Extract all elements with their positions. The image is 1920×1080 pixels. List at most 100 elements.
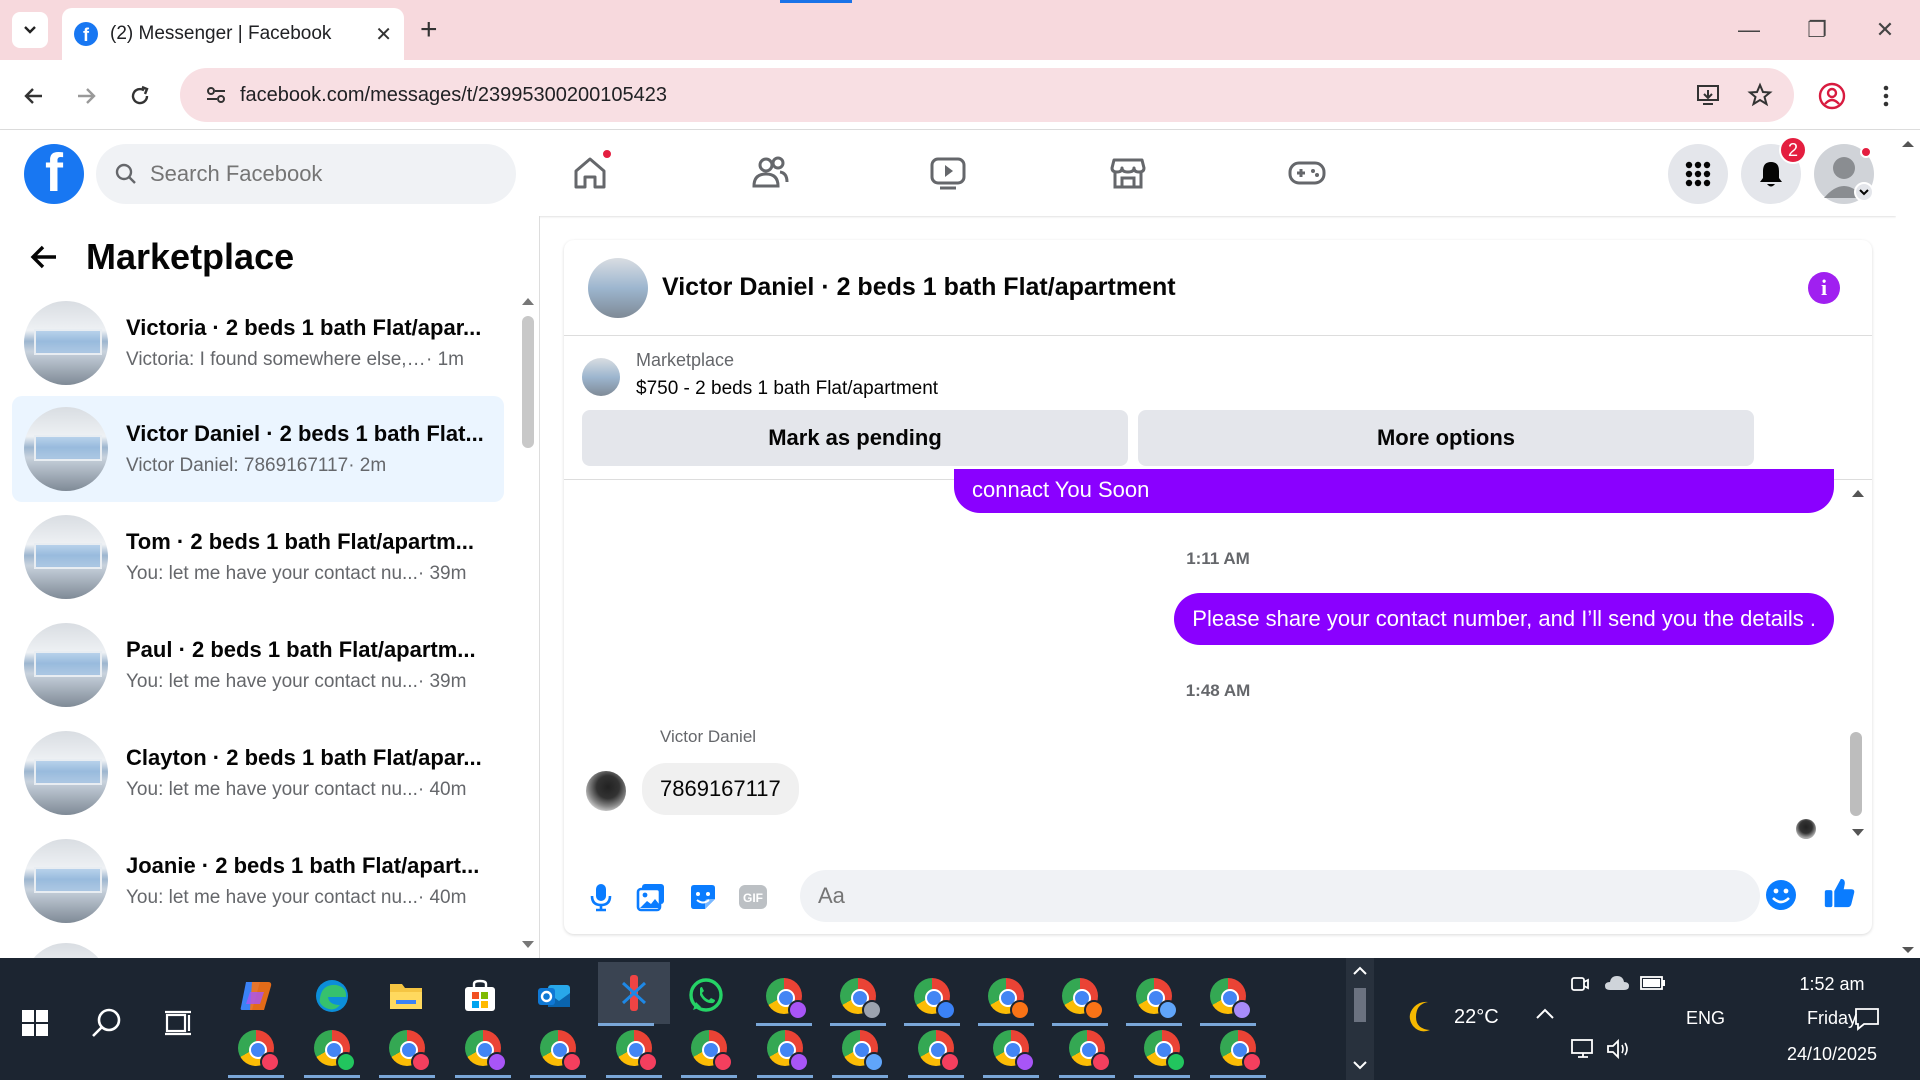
nav-home[interactable] — [555, 148, 625, 198]
sticker-icon[interactable] — [686, 880, 720, 914]
battery-icon[interactable] — [1640, 974, 1666, 997]
outlook-app[interactable] — [526, 968, 582, 1024]
restore-button[interactable]: ❐ — [1782, 0, 1852, 60]
clock-time[interactable]: 1:52 am — [1752, 974, 1912, 995]
chrome-profile-row2-12[interactable] — [1058, 1020, 1115, 1078]
scroll-up-arrow[interactable] — [520, 294, 536, 312]
account-button[interactable] — [1814, 144, 1874, 204]
conversation-item[interactable] — [12, 932, 504, 958]
clock-date[interactable]: 24/10/2025 — [1752, 1044, 1912, 1065]
chrome-profile-3[interactable] — [904, 968, 960, 1026]
chrome-profile-2[interactable] — [830, 968, 886, 1026]
taskbar-overflow-scroller[interactable] — [1346, 958, 1374, 1080]
browser-menu-button[interactable] — [1866, 76, 1906, 116]
chrome-profile-row2-11[interactable] — [983, 1020, 1039, 1078]
nav-friends[interactable] — [735, 148, 805, 198]
chrome-profile-5[interactable] — [1052, 968, 1108, 1026]
listing-price-title[interactable]: $750 - 2 beds 1 bath Flat/apartment — [636, 378, 938, 400]
info-icon[interactable]: i — [1808, 272, 1840, 304]
more-options-button[interactable]: More options — [1138, 410, 1754, 466]
volume-icon[interactable] — [1606, 1038, 1630, 1065]
chrome-profile-6[interactable] — [1126, 968, 1182, 1026]
sender-avatar[interactable] — [586, 771, 626, 811]
photo-icon[interactable] — [634, 880, 668, 914]
chrome-profile-row2-6[interactable] — [605, 1020, 662, 1078]
clock-day[interactable]: Friday — [1752, 1008, 1912, 1029]
notification-center-icon[interactable] — [1854, 1006, 1880, 1037]
forward-button[interactable] — [66, 76, 106, 116]
facebook-search[interactable] — [96, 144, 516, 204]
back-button[interactable] — [14, 76, 54, 116]
menu-button[interactable] — [1668, 144, 1728, 204]
chrome-profile-row2-9[interactable] — [832, 1020, 888, 1078]
active-app[interactable] — [598, 962, 670, 1026]
meet-now-icon[interactable] — [1570, 974, 1590, 999]
conversation-item[interactable]: Victoria · 2 beds 1 bath Flat/apar... Vic… — [12, 290, 504, 396]
edge-app[interactable] — [304, 968, 360, 1024]
mark-as-pending-button[interactable]: Mark as pending — [582, 410, 1128, 466]
facebook-logo[interactable]: f — [24, 144, 84, 204]
incoming-message[interactable]: 7869167117 — [642, 763, 799, 815]
chat-scroll-down-arrow[interactable] — [1850, 826, 1866, 844]
chrome-profile-row2-7[interactable] — [681, 1020, 737, 1078]
listing-avatar[interactable] — [588, 257, 648, 318]
install-app-icon[interactable] — [1688, 75, 1728, 115]
notifications-button[interactable]: 2 — [1741, 136, 1807, 204]
page-scrollbar[interactable] — [1896, 130, 1920, 958]
chrome-profile-row2-3[interactable] — [379, 1020, 435, 1078]
chrome-profile-7[interactable] — [1200, 968, 1256, 1026]
chat-scroll-up-arrow[interactable] — [1850, 486, 1866, 504]
back-arrow-icon[interactable] — [28, 241, 60, 273]
language-indicator[interactable]: ENG — [1686, 1008, 1725, 1029]
chrome-profile-row2-4[interactable] — [454, 1020, 511, 1078]
site-info-icon[interactable] — [192, 83, 240, 107]
tab-search-dropdown[interactable] — [12, 12, 48, 48]
address-bar[interactable]: facebook.com/messages/t/2399530020010542… — [180, 68, 1794, 122]
whatsapp-app[interactable] — [678, 968, 734, 1024]
network-icon[interactable] — [1570, 1038, 1596, 1065]
microphone-icon[interactable] — [584, 880, 618, 914]
minimize-button[interactable]: — — [1714, 0, 1784, 60]
weather-temperature[interactable]: 22°C — [1454, 1006, 1499, 1029]
window-close-button[interactable]: ✕ — [1850, 0, 1920, 60]
chrome-profile-row2-10[interactable] — [907, 1020, 964, 1078]
chrome-profile-row2-14[interactable] — [1209, 1020, 1266, 1078]
taskbar-search-button[interactable] — [82, 998, 132, 1048]
new-tab-button[interactable]: + — [420, 12, 438, 48]
chat-title[interactable]: Victor Daniel · 2 beds 1 bath Flat/apart… — [662, 273, 1176, 302]
tab-close-button[interactable]: ✕ — [375, 22, 392, 47]
chrome-profile-s[interactable] — [756, 968, 812, 1026]
weather-moon-icon[interactable] — [1406, 998, 1442, 1039]
bookmark-star-icon[interactable] — [1740, 75, 1780, 115]
conversation-item[interactable]: Joanie · 2 beds 1 bath Flat/apart... You:… — [12, 828, 504, 934]
listing-thumbnail[interactable] — [582, 358, 620, 396]
chrome-profile-row2-2[interactable] — [303, 1020, 360, 1078]
scroll-down-arrow[interactable] — [520, 938, 536, 956]
browser-tab-messenger[interactable]: f (2) Messenger | Facebook ✕ — [62, 8, 404, 60]
gif-icon[interactable]: GIF — [736, 880, 770, 914]
conversation-item[interactable]: Victor Daniel · 2 beds 1 bath Flat... Vic… — [12, 396, 504, 502]
search-input[interactable] — [150, 161, 480, 187]
like-thumbs-up-icon[interactable] — [1822, 876, 1856, 910]
reload-button[interactable] — [120, 76, 160, 116]
task-view-button[interactable] — [154, 998, 204, 1048]
chrome-profile-row2-13[interactable] — [1134, 1020, 1190, 1078]
nav-marketplace[interactable] — [1093, 148, 1163, 198]
conversation-list-scrollbar[interactable] — [522, 316, 534, 448]
chrome-profile-row2-8[interactable] — [756, 1020, 813, 1078]
nav-video[interactable] — [913, 148, 983, 198]
outgoing-message[interactable]: Please share your contact number, and I’… — [1174, 593, 1834, 645]
message-input[interactable] — [800, 870, 1760, 922]
conversation-item[interactable]: Paul · 2 beds 1 bath Flat/apartm... You: … — [12, 612, 504, 718]
emoji-icon[interactable] — [1764, 878, 1798, 912]
chat-scrollbar[interactable] — [1850, 732, 1862, 816]
chrome-profile-row2-1[interactable] — [228, 1020, 284, 1078]
file-explorer-app[interactable] — [378, 968, 434, 1024]
chrome-profile-4[interactable] — [978, 968, 1034, 1026]
profile-button[interactable] — [1812, 76, 1852, 116]
onedrive-icon[interactable] — [1604, 974, 1630, 997]
conversation-item[interactable]: Tom · 2 beds 1 bath Flat/apartm... You: l… — [12, 504, 504, 610]
copilot-app[interactable] — [228, 968, 284, 1024]
conversation-item[interactable]: Clayton · 2 beds 1 bath Flat/apar... You:… — [12, 720, 504, 826]
show-hidden-icons-button[interactable] — [1534, 1006, 1556, 1027]
